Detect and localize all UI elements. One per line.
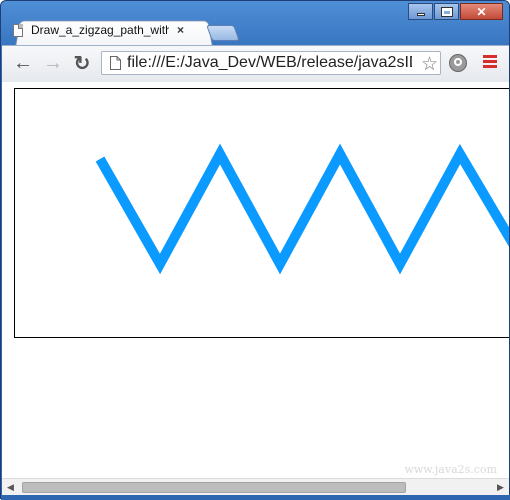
new-tab-button[interactable] xyxy=(206,25,240,41)
browser-toolbar: ← → ↻ file:///E:/Java_Dev/WEB/release/ja… xyxy=(2,45,509,83)
page-icon xyxy=(110,56,121,70)
scrollbar-thumb[interactable] xyxy=(22,482,406,493)
scroll-right-icon[interactable]: ▶ xyxy=(492,479,509,496)
forward-arrow-icon[interactable]: → xyxy=(42,52,64,74)
tab-title: Draw_a_zigzag_path_with_ xyxy=(31,23,169,37)
window-bottom-border xyxy=(1,495,510,500)
tab-active-content[interactable]: Draw_a_zigzag_path_with_ × xyxy=(13,19,203,41)
address-bar[interactable]: file:///E:/Java_Dev/WEB/release/java2sID… xyxy=(101,51,441,75)
page-icon xyxy=(13,23,23,37)
scroll-left-icon[interactable]: ◀ xyxy=(2,479,19,496)
zigzag-drawing xyxy=(95,143,509,275)
horizontal-scrollbar[interactable]: ◀ ▶ xyxy=(2,478,509,496)
close-window-button[interactable]: ✕ xyxy=(460,3,503,20)
back-arrow-icon[interactable]: ← xyxy=(12,52,34,74)
watermark: www.java2s.com xyxy=(404,463,497,476)
page-viewport: www.java2s.com xyxy=(2,82,509,478)
canvas xyxy=(14,88,509,338)
browser-window: ✕ Draw_a_zigzag_path_with_ × ← → ↻ file:… xyxy=(0,0,510,500)
address-text: file:///E:/Java_Dev/WEB/release/java2sID… xyxy=(127,54,412,71)
menu-icon[interactable] xyxy=(483,55,497,70)
reload-icon[interactable]: ↻ xyxy=(71,52,93,75)
extension-icon[interactable] xyxy=(449,54,467,72)
maximize-button[interactable] xyxy=(434,3,459,20)
bookmark-star-icon[interactable]: ☆ xyxy=(421,53,438,76)
tab-close-icon[interactable]: × xyxy=(177,23,184,37)
zigzag-path xyxy=(95,143,509,275)
